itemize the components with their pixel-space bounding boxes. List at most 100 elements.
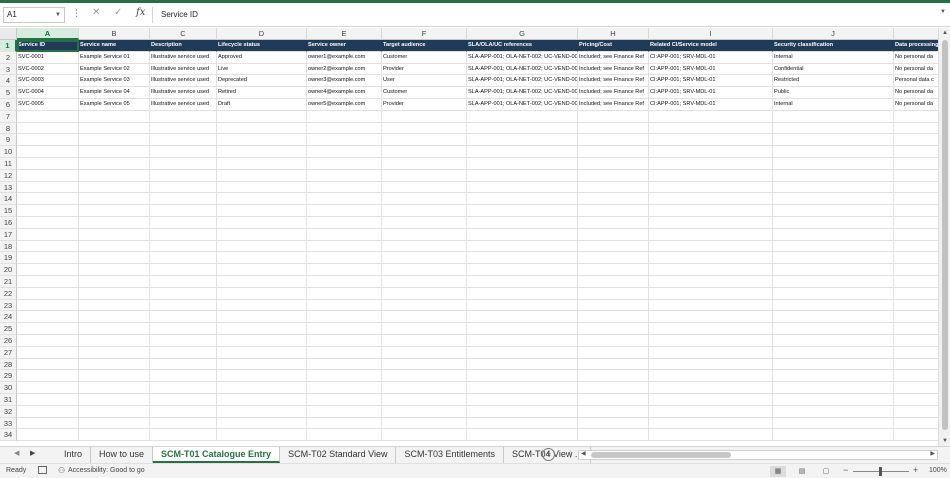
cell[interactable] bbox=[150, 157, 217, 170]
cell[interactable]: Included; see Finance Ref bbox=[578, 51, 649, 64]
cell[interactable] bbox=[578, 205, 649, 217]
cell[interactable] bbox=[307, 205, 382, 217]
cell[interactable] bbox=[150, 393, 217, 406]
cell[interactable] bbox=[217, 264, 307, 276]
cell[interactable] bbox=[217, 228, 307, 241]
row-header[interactable]: 18 bbox=[0, 240, 17, 253]
cell[interactable] bbox=[467, 299, 578, 312]
cell[interactable]: Provider bbox=[382, 63, 467, 76]
cell[interactable] bbox=[217, 205, 307, 217]
row-header[interactable]: 9 bbox=[0, 134, 17, 147]
sheet-tab[interactable]: Intro bbox=[56, 447, 92, 463]
cell[interactable] bbox=[649, 264, 773, 276]
column-header[interactable] bbox=[894, 28, 938, 40]
column-header[interactable]: D bbox=[217, 28, 307, 40]
cell[interactable] bbox=[150, 287, 217, 300]
page-layout-view-icon[interactable]: ▤ bbox=[794, 466, 810, 477]
cell[interactable] bbox=[382, 405, 467, 418]
cell[interactable] bbox=[773, 146, 894, 158]
cell[interactable]: Live bbox=[217, 63, 307, 76]
cell[interactable]: Example Service 04 bbox=[79, 87, 150, 99]
cell[interactable] bbox=[894, 347, 938, 359]
header-cell[interactable]: Data processing bbox=[894, 40, 938, 52]
header-cell[interactable]: Service ID bbox=[17, 40, 79, 52]
normal-view-icon[interactable]: ▦ bbox=[770, 466, 786, 477]
cell[interactable]: CI:APP-001; SRV-MDL-01 bbox=[649, 51, 773, 64]
page-break-view-icon[interactable]: ▢ bbox=[818, 466, 834, 477]
cell[interactable] bbox=[382, 346, 467, 359]
row-header[interactable]: 10 bbox=[0, 146, 17, 158]
cell[interactable] bbox=[17, 146, 79, 158]
cell[interactable] bbox=[467, 275, 578, 288]
cell[interactable] bbox=[79, 417, 150, 430]
cell[interactable] bbox=[649, 134, 773, 147]
insert-function-icon[interactable]: fx bbox=[136, 7, 145, 18]
cell[interactable] bbox=[17, 346, 79, 359]
cell[interactable] bbox=[217, 429, 307, 442]
sheet-tab[interactable]: SCM-T02 Standard View bbox=[280, 447, 397, 463]
cell[interactable] bbox=[79, 122, 150, 135]
cell[interactable] bbox=[894, 241, 938, 253]
cell[interactable] bbox=[773, 346, 894, 359]
cell[interactable] bbox=[217, 299, 307, 312]
cell[interactable]: CI:APP-001; SRV-MDL-01 bbox=[649, 63, 773, 76]
column-header[interactable]: H bbox=[578, 28, 649, 40]
cell[interactable]: Illustrative service used bbox=[150, 98, 217, 111]
cell[interactable]: User bbox=[382, 75, 467, 88]
cell[interactable]: Example Service 02 bbox=[79, 63, 150, 76]
cell[interactable]: Illustrative service used bbox=[150, 75, 217, 88]
row-header[interactable]: 19 bbox=[0, 252, 17, 265]
cell[interactable] bbox=[467, 193, 578, 206]
scroll-left-icon[interactable]: ◀ bbox=[581, 450, 586, 457]
cell[interactable] bbox=[150, 146, 217, 158]
cell[interactable] bbox=[894, 123, 938, 135]
cell[interactable] bbox=[150, 299, 217, 312]
cell[interactable] bbox=[217, 181, 307, 194]
cell[interactable]: Retired bbox=[217, 87, 307, 99]
cell[interactable] bbox=[773, 405, 894, 418]
cell[interactable] bbox=[649, 228, 773, 241]
cell[interactable] bbox=[79, 334, 150, 347]
name-box[interactable]: A1 ▼ bbox=[3, 7, 65, 23]
cell[interactable] bbox=[467, 146, 578, 158]
row-header[interactable]: 29 bbox=[0, 370, 17, 383]
cell[interactable] bbox=[150, 110, 217, 123]
cell[interactable] bbox=[467, 334, 578, 347]
cell[interactable]: SVC-0001 bbox=[17, 51, 79, 64]
cell[interactable]: owner5@example.com bbox=[307, 98, 382, 111]
cell[interactable]: CI:APP-001; SRV-MDL-01 bbox=[649, 75, 773, 88]
cell[interactable] bbox=[150, 405, 217, 418]
cell[interactable]: Draft bbox=[217, 98, 307, 111]
cell[interactable] bbox=[150, 323, 217, 335]
cell[interactable] bbox=[150, 370, 217, 383]
cell[interactable] bbox=[79, 169, 150, 182]
row-header[interactable]: 16 bbox=[0, 216, 17, 229]
header-cell[interactable]: Service owner bbox=[307, 40, 382, 52]
cell[interactable]: Illustrative service used bbox=[150, 87, 217, 99]
cell[interactable] bbox=[307, 287, 382, 300]
cell[interactable] bbox=[382, 299, 467, 312]
cell[interactable] bbox=[467, 393, 578, 406]
header-cell[interactable]: Security classification bbox=[773, 40, 894, 52]
cell[interactable] bbox=[79, 193, 150, 206]
cell[interactable] bbox=[578, 429, 649, 442]
cell[interactable] bbox=[773, 393, 894, 406]
cell[interactable] bbox=[467, 287, 578, 300]
cell[interactable] bbox=[382, 146, 467, 158]
cell[interactable] bbox=[17, 323, 79, 335]
cell[interactable] bbox=[467, 346, 578, 359]
cell[interactable] bbox=[307, 405, 382, 418]
cell[interactable] bbox=[217, 146, 307, 158]
row-header[interactable]: 15 bbox=[0, 205, 17, 217]
header-cell[interactable]: Lifecycle status bbox=[217, 40, 307, 52]
cell[interactable]: Public bbox=[773, 87, 894, 99]
cell[interactable] bbox=[894, 406, 938, 418]
cell[interactable] bbox=[150, 216, 217, 229]
cell[interactable] bbox=[307, 311, 382, 324]
cell[interactable] bbox=[79, 146, 150, 158]
cell[interactable] bbox=[79, 429, 150, 442]
cell[interactable] bbox=[467, 323, 578, 335]
cell-area[interactable]: Service ID Service name Description Lifecyc… bbox=[17, 40, 938, 442]
cell[interactable] bbox=[79, 275, 150, 288]
cell[interactable] bbox=[17, 134, 79, 147]
